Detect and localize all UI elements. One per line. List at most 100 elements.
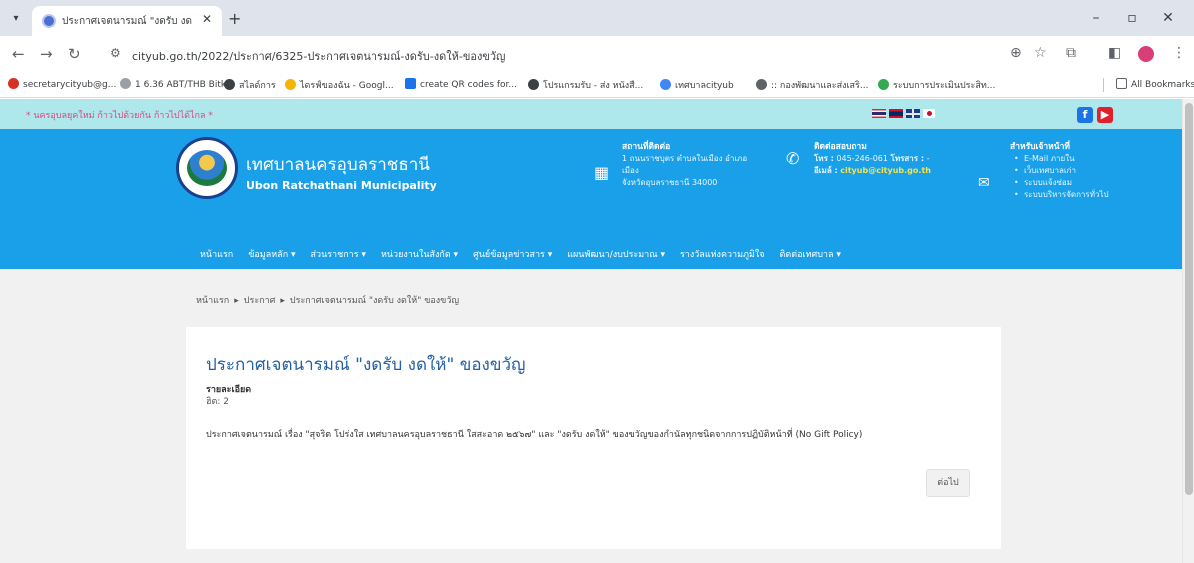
bookmark-item[interactable]: ระบบการประเมินประสิท...	[878, 78, 995, 92]
bookmarks-bar: secretarycityub@g... 1 6.36 ABT/THB Bitk…	[0, 72, 1194, 98]
logo-emblem	[187, 150, 227, 186]
staff-heading: สำหรับเจ้าหน้าที่	[1010, 142, 1070, 152]
tab-search-chevron-icon[interactable]: ▾	[6, 9, 26, 29]
site-icon	[660, 79, 671, 90]
youtube-icon[interactable]: ▶	[1097, 107, 1113, 123]
nav-departments[interactable]: ส่วนราชการ ▾	[311, 247, 366, 261]
page-scrollbar[interactable]	[1182, 99, 1194, 563]
globe-icon	[528, 79, 539, 90]
folder-icon	[1116, 78, 1127, 89]
article-card: ประกาศเจตนารมณ์ "งดรับ งดให้" ของขวัญ รา…	[186, 327, 1001, 549]
browser-toolbar: ← → ↻ ⚙ cityub.go.th/2022/ประกาศ/6325-ปร…	[0, 36, 1194, 72]
zoom-icon[interactable]: ⊕	[1010, 45, 1022, 61]
address-line: 1 ถนนราชบุตร ตำบลในเมือง อำเภอ	[622, 154, 748, 163]
staff-link-admin[interactable]: ระบบบริหารจัดการทั่วไป	[1010, 189, 1150, 201]
restore-icon[interactable]: ▫	[1114, 6, 1150, 30]
nav-information-center[interactable]: ศูนย์ข้อมูลข่าวสาร ▾	[473, 247, 552, 261]
browser-tab[interactable]: ประกาศเจตนารมณ์ "งดรับ งดให้" ขอ ✕	[32, 6, 222, 36]
address-line: เมือง	[622, 166, 639, 175]
close-tab-icon[interactable]: ✕	[202, 12, 212, 26]
breadcrumb-home[interactable]: หน้าแรก	[196, 296, 229, 306]
nav-home[interactable]: หน้าแรก	[200, 247, 233, 261]
tel-label: โทร :	[814, 154, 834, 163]
facebook-icon[interactable]: f	[1077, 107, 1093, 123]
globe-icon	[224, 79, 235, 90]
uk-flag-icon[interactable]	[906, 109, 920, 118]
new-tab-plus-icon[interactable]: +	[228, 9, 241, 28]
email-link[interactable]: cityub@cityub.go.th	[840, 166, 931, 175]
breadcrumb-separator: ▸	[280, 296, 285, 306]
bookmark-item[interactable]: สไลด์การ	[224, 78, 276, 92]
bookmark-star-icon[interactable]: ☆	[1034, 45, 1047, 61]
bookmark-item[interactable]: ไดรฟ์ของฉัน - Googl...	[285, 78, 394, 92]
email-label: อีเมล์ :	[814, 166, 838, 175]
address-bar[interactable]: ⚙ cityub.go.th/2022/ประกาศ/6325-ประกาศเจ…	[100, 41, 1060, 67]
all-bookmarks-button[interactable]: All Bookmarks	[1116, 78, 1194, 90]
profile-avatar-icon[interactable]	[1138, 46, 1154, 62]
site-icon	[878, 79, 889, 90]
tab-title: ประกาศเจตนารมณ์ "งดรับ งดให้" ขอ	[62, 16, 192, 27]
staff-link-repair[interactable]: ระบบแจ้งซ่อม	[1010, 177, 1150, 189]
main-navigation: หน้าแรก ข้อมูลหลัก ▾ ส่วนราชการ ▾ หน่วยง…	[200, 247, 841, 261]
site-name-english: Ubon Ratchathani Municipality	[246, 179, 437, 192]
extensions-icon[interactable]: ⧉	[1066, 45, 1076, 61]
bookmark-item[interactable]: 1 6.36 ABT/THB Bitk...	[120, 78, 235, 90]
back-arrow-icon[interactable]: ←	[12, 45, 25, 63]
address-block: สถานที่ติดต่อ 1 ถนนราชบุตร ตำบลในเมือง อ…	[622, 141, 772, 189]
nav-development-plan[interactable]: แผนพัฒนา/งบประมาณ ▾	[567, 247, 665, 261]
bookmark-item[interactable]: :: กองพัฒนาและส่งเสริ...	[756, 78, 868, 92]
language-flags	[872, 109, 935, 118]
nav-awards[interactable]: รางวัลแห่งความภูมิใจ	[680, 247, 765, 261]
bookmark-item[interactable]: โปรแกรมรับ - ส่ง หนังสื...	[528, 78, 643, 92]
japan-flag-icon[interactable]	[923, 109, 935, 118]
staff-link-email[interactable]: E-Mail ภายใน	[1010, 153, 1150, 165]
tel-value: 045-246-061	[836, 154, 888, 163]
address-heading: สถานที่ติดต่อ	[622, 142, 671, 152]
forward-arrow-icon[interactable]: →	[40, 45, 53, 63]
side-panel-icon[interactable]: ◧	[1108, 45, 1121, 61]
window-controls: – ▫ ✕	[1078, 6, 1186, 30]
site-header: เทศบาลนครอุบลราชธานี Ubon Ratchathani Mu…	[0, 129, 1182, 269]
top-strip: * นครอุบลยุคใหม่ ก้าวไปด้วยกัน ก้าวไปได้…	[0, 99, 1182, 129]
site-name-thai: เทศบาลนครอุบลราชธานี	[246, 155, 430, 175]
bookmarks-divider	[1103, 78, 1104, 92]
next-button[interactable]: ต่อไป	[926, 469, 970, 497]
gmail-icon	[8, 78, 19, 89]
reload-icon[interactable]: ↻	[68, 45, 81, 63]
bookmark-item[interactable]: create QR codes for...	[405, 78, 517, 90]
browser-tab-bar: ▾ ประกาศเจตนารมณ์ "งดรับ งดให้" ขอ ✕ + –…	[0, 0, 1194, 36]
nav-contact[interactable]: ติดต่อเทศบาล ▾	[780, 247, 841, 261]
phone-icon: ✆	[786, 149, 800, 168]
web-page: * นครอุบลยุคใหม่ ก้าวไปด้วยกัน ก้าวไปได้…	[0, 99, 1194, 563]
municipality-logo[interactable]	[176, 137, 238, 199]
thai-flag-icon[interactable]	[872, 109, 886, 118]
bookmark-item[interactable]: เทศบาลcityub	[660, 78, 734, 92]
mail-envelope-icon[interactable]: ✉	[978, 175, 990, 191]
bookmark-item[interactable]: secretarycityub@g...	[8, 78, 116, 90]
breadcrumb-current: ประกาศเจตนารมณ์ "งดรับ งดให้" ของขวัญ	[289, 296, 460, 306]
staff-block: สำหรับเจ้าหน้าที่ E-Mail ภายใน เว็บเทศบา…	[1010, 141, 1150, 201]
staff-link-old-site[interactable]: เว็บเทศบาลเก่า	[1010, 165, 1150, 177]
scrollbar-thumb[interactable]	[1185, 103, 1193, 495]
qr-icon	[405, 78, 416, 89]
nav-main-info[interactable]: ข้อมูลหลัก ▾	[248, 247, 295, 261]
minimize-icon[interactable]: –	[1078, 6, 1114, 30]
more-menu-icon[interactable]: ⋮	[1172, 45, 1186, 61]
article-body: ประกาศเจตนารมณ์ เรื่อง "สุจริต โปร่งใส เ…	[206, 430, 863, 440]
nav-affiliated-units[interactable]: หน่วยงานในสังกัด ▾	[381, 247, 458, 261]
breadcrumb: หน้าแรก ▸ ประกาศ ▸ ประกาศเจตนารมณ์ "งดรับ งด…	[196, 293, 459, 307]
breadcrumb-separator: ▸	[234, 296, 239, 306]
contact-heading: ติดต่อสอบถาม	[814, 142, 867, 152]
breadcrumb-section[interactable]: ประกาศ	[244, 296, 276, 306]
hit-counter: ฮิต: 2	[206, 397, 229, 407]
site-icon	[756, 79, 767, 90]
bookmark-icon	[120, 78, 131, 89]
google-drive-icon	[285, 79, 296, 90]
close-window-icon[interactable]: ✕	[1150, 6, 1186, 30]
url-text: cityub.go.th/2022/ประกาศ/6325-ประกาศเจตน…	[132, 50, 506, 63]
site-info-icon[interactable]: ⚙	[110, 46, 121, 60]
lao-flag-icon[interactable]	[889, 109, 903, 118]
site-tagline: * นครอุบลยุคใหม่ ก้าวไปด้วยกัน ก้าวไปได้…	[26, 111, 213, 121]
fax-label: โทรสาร :	[890, 154, 925, 163]
address-line: จังหวัดอุบลราชธานี 34000	[622, 178, 718, 187]
